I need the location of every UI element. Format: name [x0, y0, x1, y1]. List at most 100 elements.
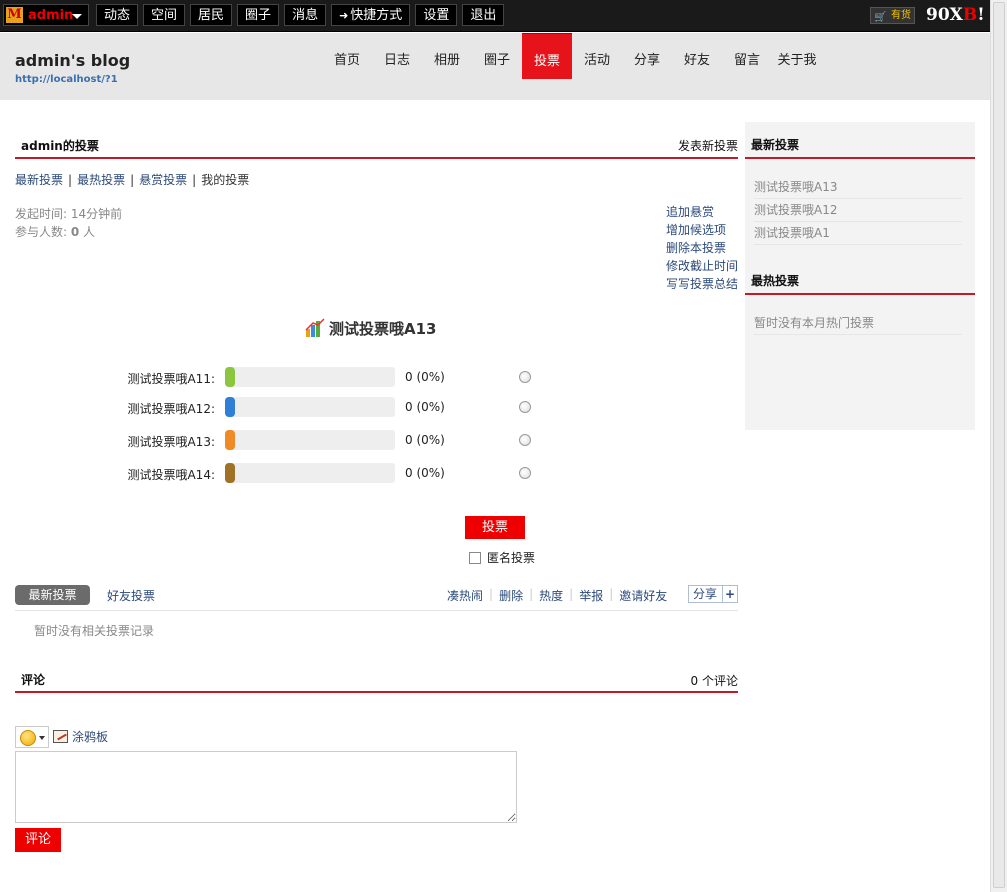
- topnav-messages[interactable]: 消息: [284, 4, 327, 26]
- nav-home[interactable]: 首页: [322, 33, 372, 79]
- arrow-right-icon: ➜: [339, 9, 349, 22]
- option-radio[interactable]: [519, 371, 531, 383]
- vote-button[interactable]: 投票: [465, 516, 525, 539]
- cart-button[interactable]: 🛒 有货: [870, 7, 915, 24]
- action-separator: |: [609, 587, 614, 601]
- option-bar-track: [225, 463, 395, 483]
- poll-operations: 追加悬赏 增加候选项 删除本投票 修改截止时间 写写投票总结: [666, 203, 738, 293]
- topnav-logout[interactable]: 退出: [462, 4, 505, 26]
- poll-title-text: 测试投票哦A13: [329, 320, 437, 338]
- poll-option: 测试投票哦A11: 0 (0%): [0, 367, 740, 389]
- emoticon-picker[interactable]: [15, 726, 49, 748]
- share-label: 分享: [693, 587, 718, 601]
- scrollbar-thumb[interactable]: [993, 2, 1005, 888]
- topnav-groups[interactable]: 圈子: [237, 4, 280, 26]
- sidebar-hot-item: 暂时没有本月热门投票: [754, 312, 962, 335]
- delete-poll-link[interactable]: 删除本投票: [666, 239, 738, 257]
- delete-link[interactable]: 删除: [499, 587, 523, 604]
- write-summary-link[interactable]: 写写投票总结: [666, 275, 738, 293]
- add-option-link[interactable]: 增加候选项: [666, 221, 738, 239]
- tab-latest-votes[interactable]: 最新投票: [15, 585, 90, 605]
- smiley-icon: [20, 730, 36, 746]
- sidebar-latest-title: 最新投票: [751, 138, 800, 152]
- site-logo-icon: M: [6, 7, 23, 23]
- topnav-space[interactable]: 空间: [143, 4, 186, 26]
- option-bar-fill: [225, 463, 235, 483]
- subnav-reward[interactable]: 悬赏投票: [139, 173, 187, 187]
- doodle-board-link[interactable]: 涂鸦板: [53, 728, 108, 745]
- nav-poll[interactable]: 投票: [522, 33, 572, 79]
- participants-value: 0: [70, 225, 80, 239]
- option-radio[interactable]: [519, 467, 531, 479]
- subnav-hot[interactable]: 最热投票: [77, 173, 125, 187]
- join-in-link[interactable]: 凑热闹: [447, 587, 483, 604]
- blog-header: admin's blog http://localhost/?1 首页 日志 相…: [0, 33, 990, 100]
- nav-album[interactable]: 相册: [422, 33, 472, 79]
- new-poll-link[interactable]: 发表新投票: [678, 137, 738, 154]
- invite-friends-link[interactable]: 邀请好友: [619, 587, 667, 604]
- option-bar-fill: [225, 397, 235, 417]
- nav-friends[interactable]: 好友: [672, 33, 722, 79]
- topnav-shortcuts[interactable]: ➜ 快捷方式: [331, 4, 411, 26]
- comment-textarea[interactable]: [15, 751, 517, 823]
- topnav-feed[interactable]: 动态: [96, 4, 139, 26]
- action-separator: |: [489, 587, 494, 601]
- comments-count: 0 个评论: [690, 674, 738, 688]
- option-label: 测试投票哦A13:: [127, 435, 215, 449]
- nav-groups[interactable]: 圈子: [472, 33, 522, 79]
- nav-guestbook[interactable]: 留言: [722, 33, 772, 79]
- blog-nav: 首页 日志 相册 圈子 投票 活动 分享 好友 留言 关于我: [322, 33, 822, 79]
- heat-link[interactable]: 热度: [539, 587, 563, 604]
- vertical-scrollbar[interactable]: [990, 0, 1007, 892]
- submit-comment-button[interactable]: 评论: [15, 828, 61, 852]
- report-link[interactable]: 举报: [579, 587, 603, 604]
- option-radio[interactable]: [519, 401, 531, 413]
- brand-logo[interactable]: 90XB!: [926, 5, 985, 25]
- blog-title[interactable]: admin's blog: [15, 51, 130, 70]
- participants-label: 参与人数:: [15, 225, 71, 239]
- nav-blog[interactable]: 日志: [372, 33, 422, 79]
- share-button[interactable]: 分享 +: [688, 585, 738, 603]
- doodle-label: 涂鸦板: [72, 730, 109, 744]
- option-bar-track: [225, 430, 395, 450]
- chevron-down-icon: [72, 14, 82, 19]
- anonymous-label: 匿名投票: [487, 551, 536, 565]
- start-time-row: 发起时间: 14分钟前: [15, 205, 122, 223]
- option-count: 0 (0%): [405, 370, 445, 384]
- anonymous-checkbox[interactable]: [469, 552, 481, 564]
- nav-events[interactable]: 活动: [572, 33, 622, 79]
- nav-share[interactable]: 分享: [622, 33, 672, 79]
- topnav-settings[interactable]: 设置: [415, 4, 458, 26]
- edit-deadline-link[interactable]: 修改截止时间: [666, 257, 738, 275]
- sidebar-latest-item[interactable]: 测试投票哦A1: [754, 222, 962, 245]
- sidebar-latest-item[interactable]: 测试投票哦A13: [754, 176, 962, 199]
- option-radio[interactable]: [519, 434, 531, 446]
- plus-icon[interactable]: +: [722, 586, 737, 602]
- vote-records-tabbar: 最新投票 好友投票 凑热闹 | 删除 | 热度 | 举报 | 邀请好友 分享 +: [15, 585, 738, 611]
- tab-friend-votes[interactable]: 好友投票: [107, 587, 155, 604]
- topnav-residents[interactable]: 居民: [190, 4, 233, 26]
- sidebar-latest-item[interactable]: 测试投票哦A12: [754, 199, 962, 222]
- blog-url[interactable]: http://localhost/?1: [15, 74, 118, 85]
- option-bar-track: [225, 367, 395, 387]
- option-label: 测试投票哦A12:: [127, 402, 215, 416]
- topnav-shortcuts-label: 快捷方式: [350, 8, 403, 23]
- participants-row: 参与人数: 0 人: [15, 223, 122, 241]
- subnav-mine[interactable]: 我的投票: [201, 173, 249, 187]
- comments-title: 评论: [21, 673, 46, 687]
- top-toolbar: M admin 动态 空间 居民 圈子 消息 ➜ 快捷方式 设置 退出 🛒 有货 …: [0, 0, 990, 32]
- subnav-separator: |: [68, 173, 73, 187]
- comments-header: 评论 0 个评论: [15, 664, 738, 693]
- option-bar-fill: [225, 367, 235, 387]
- sidebar-hot-title: 最热投票: [751, 274, 800, 288]
- subnav-separator: |: [130, 173, 135, 187]
- anonymous-vote[interactable]: 匿名投票: [469, 549, 535, 566]
- option-label: 测试投票哦A11:: [127, 372, 215, 386]
- option-count: 0 (0%): [405, 466, 445, 480]
- add-reward-link[interactable]: 追加悬赏: [666, 203, 738, 221]
- subnav-latest[interactable]: 最新投票: [15, 173, 63, 187]
- user-menu[interactable]: M admin: [3, 4, 89, 26]
- nav-about[interactable]: 关于我: [772, 33, 822, 79]
- bar-chart-icon: [305, 318, 325, 337]
- action-separator: |: [569, 587, 574, 601]
